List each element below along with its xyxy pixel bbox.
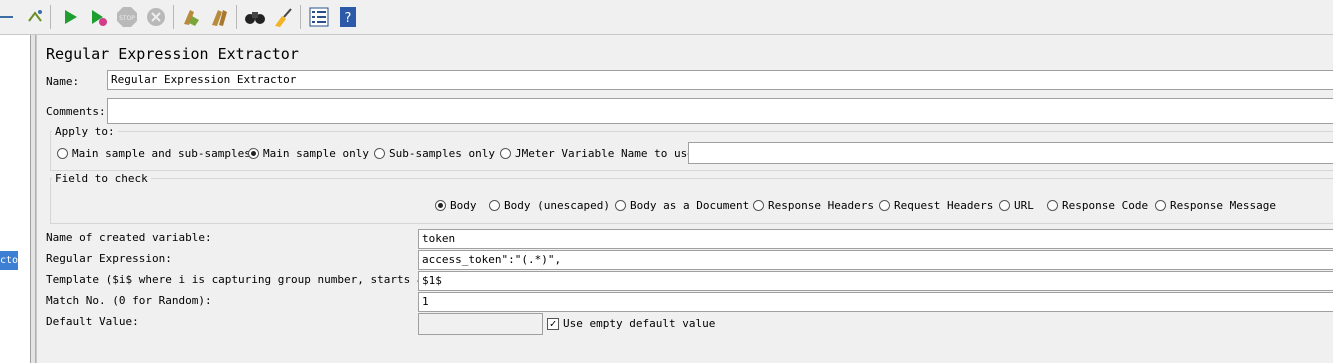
default-value-field[interactable] bbox=[418, 313, 543, 335]
comments-label: Comments: bbox=[46, 105, 106, 118]
apply-to-legend: Apply to: bbox=[52, 125, 118, 138]
created-variable-label: Name of created variable: bbox=[46, 231, 212, 244]
test-plan-tree[interactable]: ctor bbox=[0, 35, 31, 363]
help-icon[interactable]: ? bbox=[337, 6, 359, 28]
stop-icon[interactable]: STOP bbox=[116, 6, 138, 28]
field-response-code-radio[interactable]: Response Code bbox=[1047, 199, 1148, 212]
regex-extractor-panel: Regular Expression Extractor Name: Regul… bbox=[36, 35, 1333, 363]
use-empty-default-checkbox[interactable]: ✓ Use empty default value bbox=[547, 317, 715, 330]
svg-text:STOP: STOP bbox=[119, 15, 135, 22]
field-response-message-radio[interactable]: Response Message bbox=[1155, 199, 1276, 212]
field-url-radio[interactable]: URL bbox=[999, 199, 1034, 212]
start-no-pause-icon[interactable] bbox=[87, 6, 109, 28]
apply-jmeter-variable-radio[interactable]: JMeter Variable Name to use bbox=[500, 147, 694, 160]
template-label: Template ($i$ where i is capturing group… bbox=[46, 273, 457, 286]
start-icon[interactable] bbox=[59, 6, 81, 28]
match-number-label: Match No. (0 for Random): bbox=[46, 294, 212, 307]
collapse-icon[interactable] bbox=[0, 6, 16, 28]
field-body-radio[interactable]: Body bbox=[435, 199, 477, 212]
toolbar-separator bbox=[173, 5, 174, 29]
tree-selected-node[interactable]: ctor bbox=[0, 251, 18, 270]
toggle-icon[interactable] bbox=[24, 6, 46, 28]
toolbar-separator bbox=[236, 5, 237, 29]
field-body-unescaped-radio[interactable]: Body (unescaped) bbox=[489, 199, 610, 212]
toolbar-separator bbox=[300, 5, 301, 29]
apply-main-only-radio[interactable]: Main sample only bbox=[248, 147, 369, 160]
regex-label: Regular Expression: bbox=[46, 252, 172, 265]
field-to-check-legend: Field to check bbox=[52, 172, 151, 185]
toolbar: STOP ? bbox=[0, 0, 1333, 35]
created-variable-field[interactable]: token bbox=[418, 229, 1333, 249]
name-field[interactable]: Regular Expression Extractor bbox=[107, 70, 1333, 90]
clear-all-icon[interactable] bbox=[209, 6, 231, 28]
template-field[interactable]: $1$ bbox=[418, 271, 1333, 291]
shutdown-icon[interactable] bbox=[145, 6, 167, 28]
comments-field[interactable] bbox=[107, 98, 1333, 124]
match-number-field[interactable]: 1 bbox=[418, 292, 1333, 312]
field-request-headers-radio[interactable]: Request Headers bbox=[879, 199, 993, 212]
field-body-document-radio[interactable]: Body as a Document bbox=[615, 199, 749, 212]
reset-search-icon[interactable] bbox=[272, 6, 294, 28]
default-value-label: Default Value: bbox=[46, 315, 139, 328]
regex-field[interactable]: access_token":"(.*)", bbox=[418, 250, 1333, 270]
clear-icon[interactable] bbox=[180, 6, 202, 28]
apply-main-and-sub-radio[interactable]: Main sample and sub-samples bbox=[57, 147, 251, 160]
field-response-headers-radio[interactable]: Response Headers bbox=[753, 199, 874, 212]
jmeter-variable-field[interactable] bbox=[688, 142, 1333, 164]
name-label: Name: bbox=[46, 75, 80, 88]
function-helper-icon[interactable] bbox=[308, 6, 330, 28]
apply-sub-only-radio[interactable]: Sub-samples only bbox=[374, 147, 495, 160]
toolbar-separator bbox=[50, 5, 51, 29]
page-title: Regular Expression Extractor bbox=[46, 45, 299, 63]
svg-text:?: ? bbox=[345, 11, 352, 26]
checkmark-icon: ✓ bbox=[547, 317, 559, 330]
search-icon[interactable] bbox=[244, 6, 266, 28]
